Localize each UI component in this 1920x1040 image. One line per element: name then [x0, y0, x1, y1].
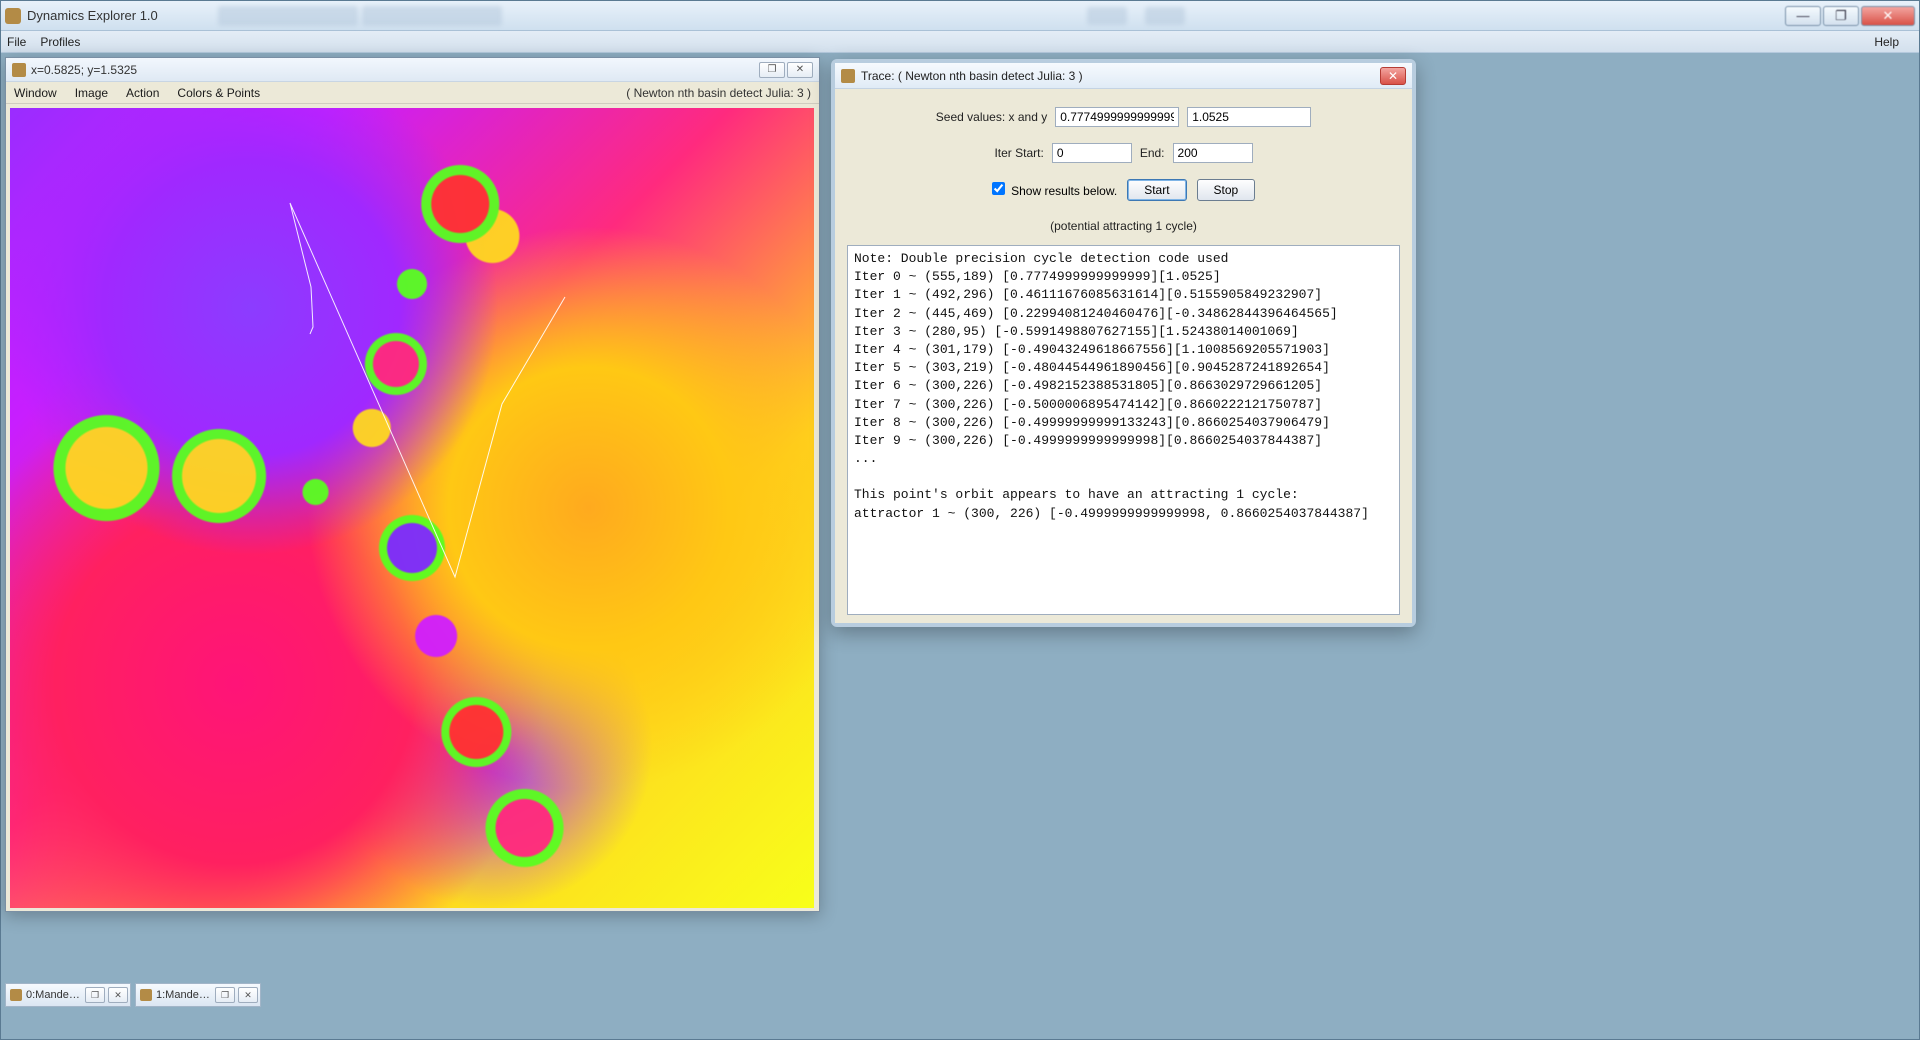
app-titlebar: Dynamics Explorer 1.0 — ❐ ✕ [1, 1, 1919, 31]
mdi-item-label: 1:Mandel ... [156, 989, 212, 1001]
mdi-taskbar: 0:Mandel ... ❐ ✕ 1:Mandel ... ❐ ✕ [5, 983, 261, 1007]
java-icon [12, 63, 26, 77]
trace-status: (potential attracting 1 cycle) [847, 219, 1400, 233]
java-icon [10, 989, 22, 1001]
app-menubar: File Profiles Help [1, 31, 1919, 53]
show-results-label[interactable]: Show results below. [992, 182, 1117, 198]
seed-label: Seed values: x and y [936, 110, 1047, 124]
fractal-menu-action[interactable]: Action [126, 86, 159, 100]
fractal-canvas[interactable] [10, 108, 814, 908]
background-tabs-blur [218, 6, 502, 26]
blur-spot [1145, 7, 1185, 25]
seed-x-input[interactable] [1055, 107, 1179, 127]
menu-profiles[interactable]: Profiles [40, 35, 80, 49]
trace-titlebar[interactable]: Trace: ( Newton nth basin detect Julia: … [835, 63, 1412, 89]
child-restore-button[interactable]: ❐ [759, 62, 785, 78]
iter-start-label: Iter Start: [994, 146, 1043, 160]
trace-window: Trace: ( Newton nth basin detect Julia: … [831, 59, 1416, 627]
app-title: Dynamics Explorer 1.0 [27, 8, 158, 23]
mdi-min-item-1[interactable]: 1:Mandel ... ❐ ✕ [135, 983, 261, 1007]
maximize-button[interactable]: ❐ [1823, 6, 1859, 26]
fractal-window: x=0.5825; y=1.5325 ❐ ✕ Window Image Acti… [5, 57, 820, 912]
seed-y-input[interactable] [1187, 107, 1311, 127]
stop-button[interactable]: Stop [1197, 179, 1256, 201]
close-button[interactable]: ✕ [1861, 6, 1915, 26]
trace-output[interactable]: Note: Double precision cycle detection c… [847, 245, 1400, 615]
minimize-button[interactable]: — [1785, 6, 1821, 26]
iter-end-label: End: [1140, 146, 1165, 160]
window-controls: — ❐ ✕ [1785, 6, 1915, 26]
app-window: Dynamics Explorer 1.0 — ❐ ✕ File Profile… [0, 0, 1920, 1040]
mdi-restore-icon[interactable]: ❐ [85, 987, 105, 1003]
mdi-workspace: x=0.5825; y=1.5325 ❐ ✕ Window Image Acti… [1, 53, 1919, 1009]
show-results-checkbox[interactable] [992, 182, 1005, 195]
child-close-button[interactable]: ✕ [787, 62, 813, 78]
trace-body: Seed values: x and y Iter Start: End: Sh… [835, 89, 1412, 623]
fractal-titlebar[interactable]: x=0.5825; y=1.5325 ❐ ✕ [6, 58, 819, 82]
child-window-controls: ❐ ✕ [759, 62, 813, 78]
button-row: Show results below. Start Stop [847, 179, 1400, 201]
mdi-restore-icon[interactable]: ❐ [215, 987, 235, 1003]
fractal-menubar: Window Image Action Colors & Points ( Ne… [6, 82, 819, 104]
fractal-coords: x=0.5825; y=1.5325 [31, 63, 137, 77]
menu-file[interactable]: File [7, 35, 26, 49]
fractal-menu-window[interactable]: Window [14, 86, 57, 100]
java-icon [140, 989, 152, 1001]
seed-row: Seed values: x and y [847, 107, 1400, 127]
start-button[interactable]: Start [1127, 179, 1186, 201]
menu-help[interactable]: Help [1874, 35, 1899, 49]
trace-title: Trace: ( Newton nth basin detect Julia: … [861, 69, 1083, 83]
fractal-menu-image[interactable]: Image [75, 86, 108, 100]
fractal-title-right: ( Newton nth basin detect Julia: 3 ) [626, 86, 811, 100]
iter-end-input[interactable] [1173, 143, 1253, 163]
iter-start-input[interactable] [1052, 143, 1132, 163]
fractal-menu-colors[interactable]: Colors & Points [177, 86, 260, 100]
mdi-close-icon[interactable]: ✕ [238, 987, 258, 1003]
iter-row: Iter Start: End: [847, 143, 1400, 163]
mdi-min-item-0[interactable]: 0:Mandel ... ❐ ✕ [5, 983, 131, 1007]
orbit-overlay [10, 108, 814, 908]
trace-close-button[interactable]: ✕ [1380, 67, 1406, 85]
mdi-item-label: 0:Mandel ... [26, 989, 82, 1001]
java-icon [841, 69, 855, 83]
mdi-close-icon[interactable]: ✕ [108, 987, 128, 1003]
app-icon [5, 8, 21, 24]
blur-spot [1087, 7, 1127, 25]
